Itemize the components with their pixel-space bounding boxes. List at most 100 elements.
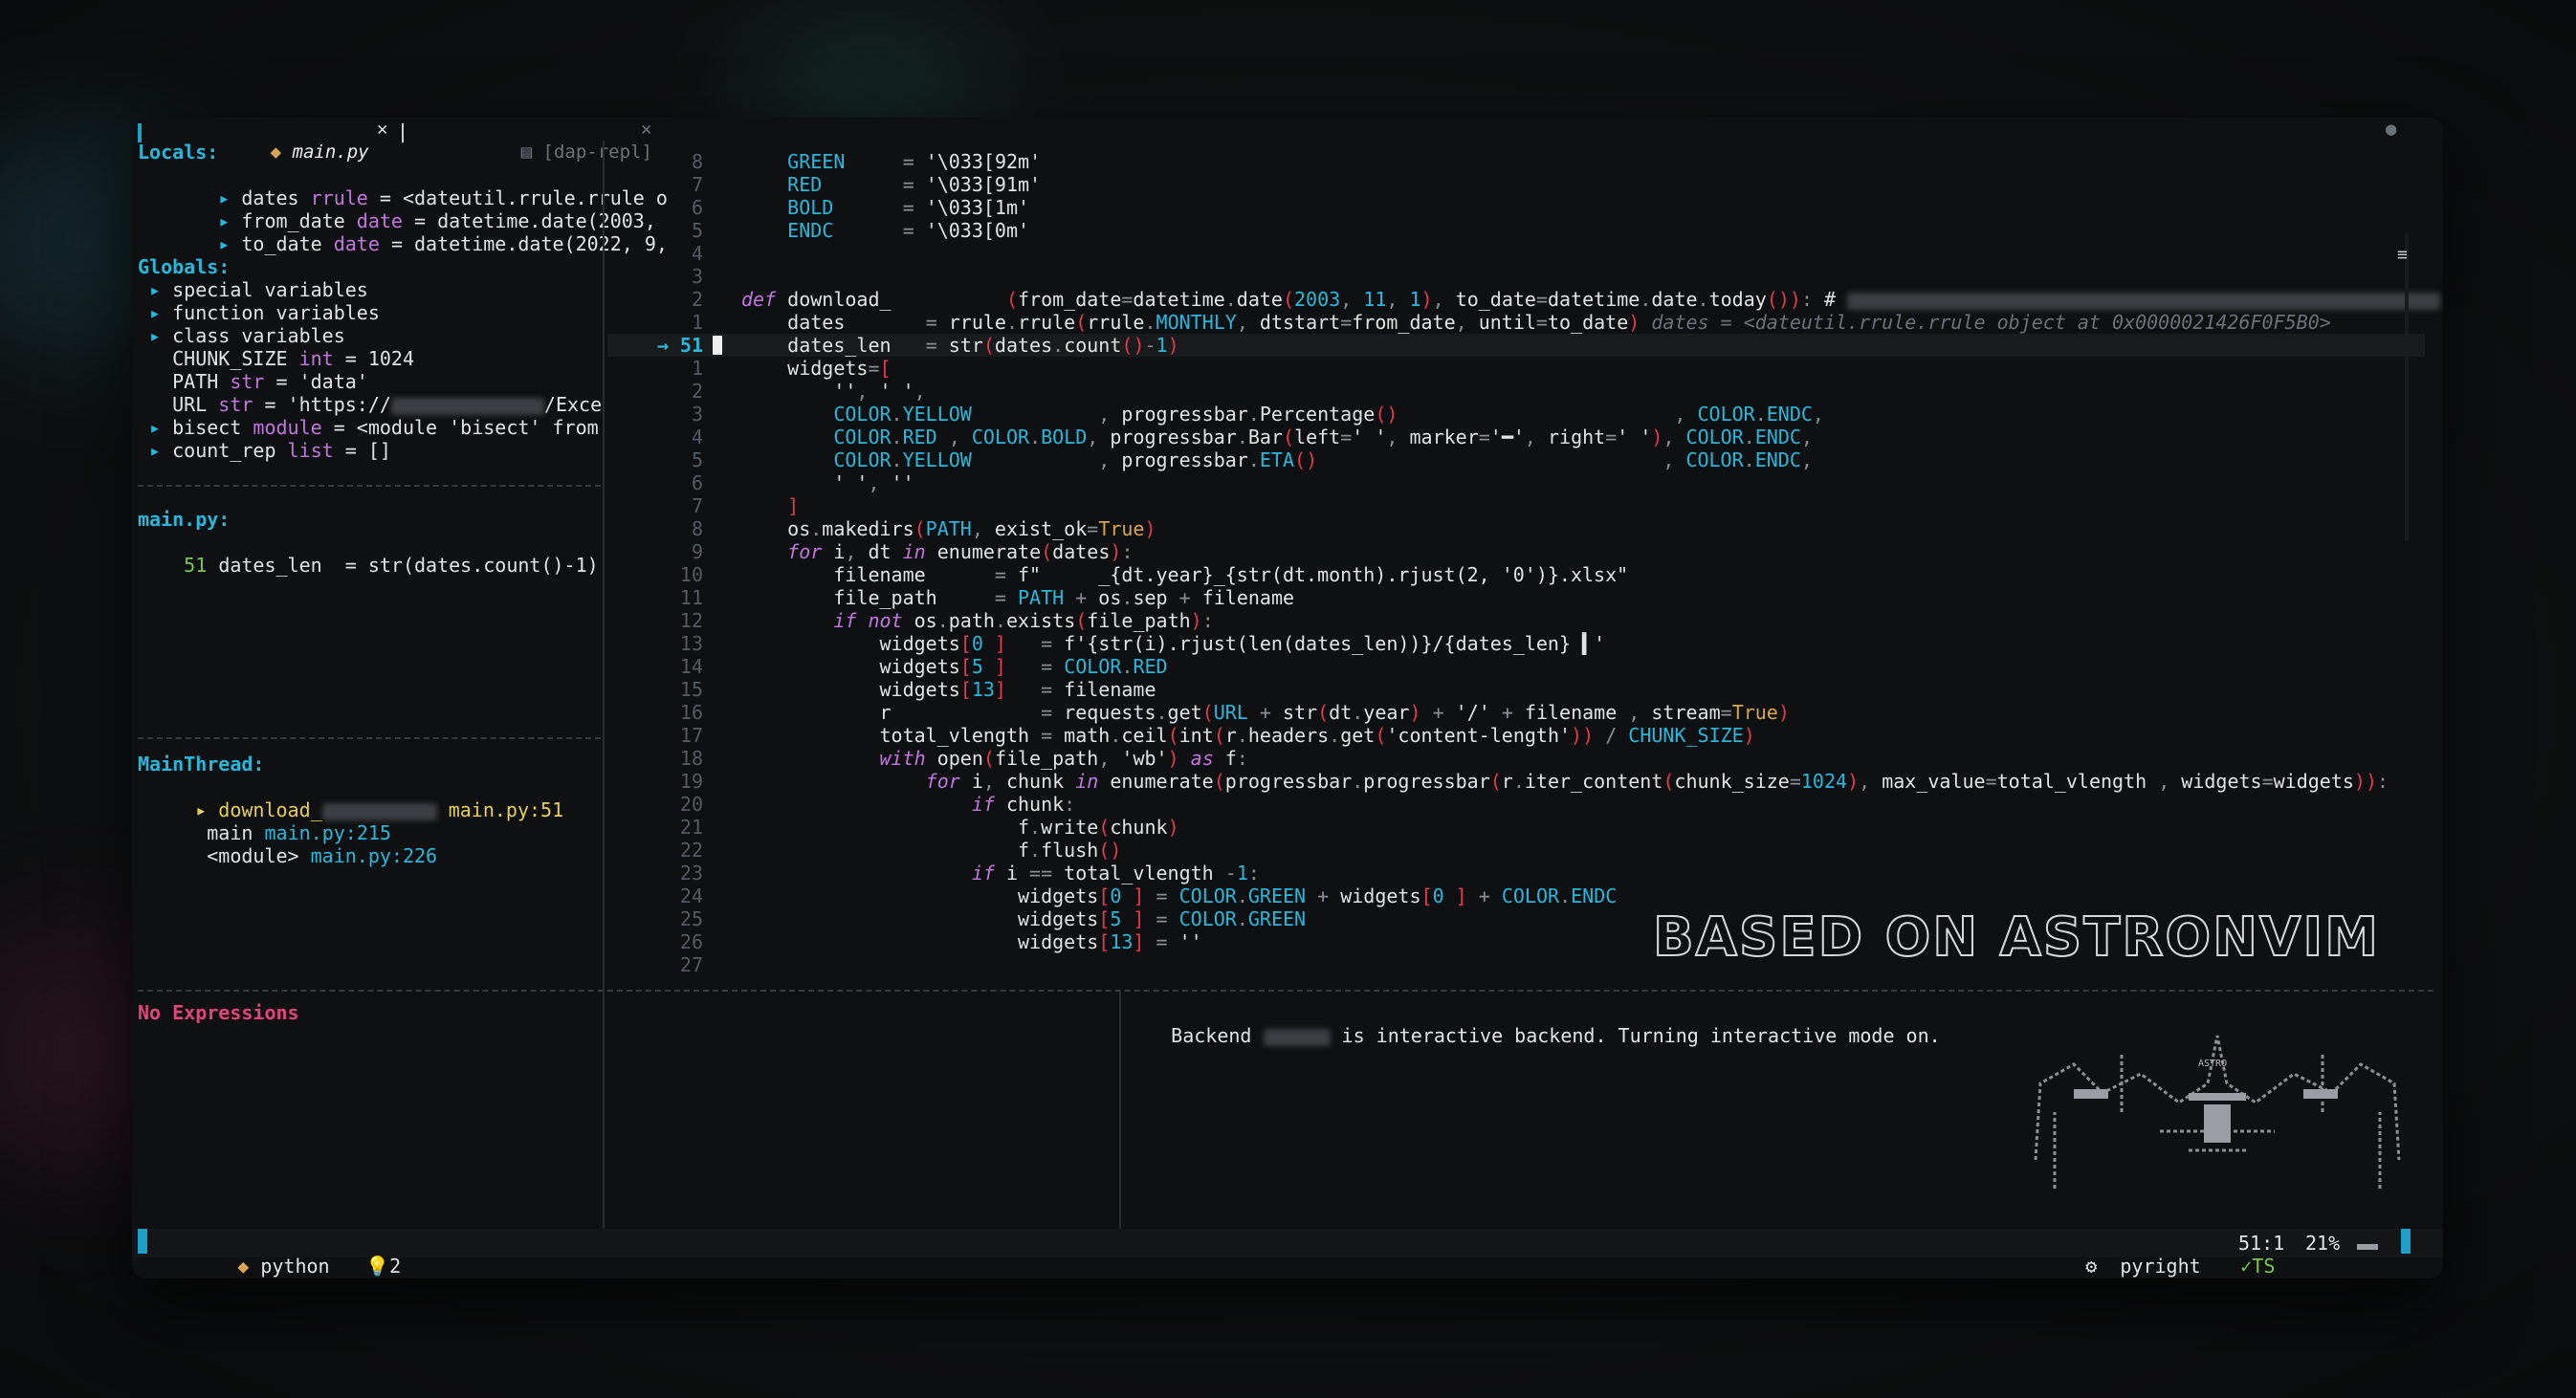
code-line[interactable]: 8 os.makedirs(PATH, exist_ok=True): [607, 517, 2425, 540]
code-line[interactable]: 10 filename = f" _{dt.year}_{str(dt.mont…: [607, 563, 2425, 586]
line-number: 16: [679, 701, 703, 724]
code-line[interactable]: 1 widgets=[: [607, 357, 2425, 380]
globals-group-special[interactable]: ▸ special variables: [138, 278, 368, 301]
tab-main-py[interactable]: ◆ main.py: [205, 118, 369, 163]
code-line[interactable]: 4 COLOR.RED , COLOR.BOLD, progressbar.Ba…: [607, 426, 2425, 448]
status-accent-left: [138, 1229, 147, 1254]
line-number: 13: [679, 632, 703, 655]
global-var-path[interactable]: PATH str = 'data': [138, 370, 368, 393]
global-var-url[interactable]: URL str = 'https:///Exce: [138, 393, 602, 416]
code-text: f.flush(): [741, 839, 1122, 862]
stack-frame-module[interactable]: <module> main.py:226: [138, 821, 437, 867]
code-line[interactable]: 17 total_vlength = math.ceil(int(r.heade…: [607, 724, 2425, 747]
code-text: BOLD = '\033[1m': [787, 196, 1030, 219]
redacted-text: [1847, 292, 2441, 310]
window-dot-icon[interactable]: ●: [2386, 118, 2396, 141]
tab-dap-repl-close[interactable]: ✕: [641, 118, 651, 141]
line-number: 27: [679, 953, 703, 976]
code-line[interactable]: 22 f.flush(): [607, 839, 2425, 862]
code-line[interactable]: 19 for i, chunk in enumerate(progressbar…: [607, 770, 2425, 793]
global-var-chunk-size[interactable]: CHUNK_SIZE int = 1024: [138, 347, 414, 370]
code-text: if i == total_vlength -1:: [971, 862, 1260, 885]
globals-group-class[interactable]: ▸ class variables: [138, 324, 345, 347]
code-line[interactable]: 2 '', ' ',: [607, 380, 2425, 403]
code-line[interactable]: 13 widgets[0 ] = f'{str(i).rjust(len(dat…: [607, 632, 2425, 655]
line-number: 12: [679, 609, 703, 632]
code-text: widgets[0 ] = f'{str(i).rjust(len(dates_…: [741, 632, 1606, 655]
locals-header: Locals:: [138, 141, 219, 164]
redacted-text: [390, 397, 544, 415]
code-text: for i, chunk in enumerate(progressbar.pr…: [925, 770, 2389, 793]
code-line[interactable]: 24 widgets[0 ] = COLOR.GREEN + widgets[0…: [607, 885, 2425, 907]
code-editor[interactable]: 8 GREEN = '\033[92m' 7 RED = '\033[91m' 6 …: [607, 150, 2441, 992]
code-line[interactable]: 7 RED = '\033[91m': [607, 173, 2425, 196]
code-text: os.makedirs(PATH, exist_ok=True): [741, 517, 1156, 540]
line-number: 6: [691, 471, 703, 494]
code-text: widgets[13] = '': [741, 930, 1202, 953]
code-line[interactable]: 5 ENDC = '\033[0m': [607, 219, 2425, 242]
expand-icon: ▸: [138, 301, 173, 324]
diagnostics-indicator[interactable]: 💡2: [297, 1232, 401, 1278]
code-line[interactable]: 20 if chunk:: [607, 793, 2425, 816]
code-line[interactable]: 6 ' ', '': [607, 471, 2425, 494]
code-text: ]: [787, 494, 800, 517]
stack-frame-download[interactable]: ▸ download_ main.py:51: [138, 775, 563, 821]
code-line[interactable]: 7 ]: [607, 494, 2425, 517]
code-line[interactable]: 15 widgets[13] = filename: [607, 678, 2425, 701]
stack-frame-main[interactable]: main main.py:215: [138, 798, 391, 844]
breakpoint-entry[interactable]: 51 dates_len = str(dates.count()-1): [138, 531, 599, 577]
thread-header: MainThread:: [138, 753, 265, 775]
code-line[interactable]: 2 def download_ (from_date=datetime.date(…: [607, 288, 2441, 311]
global-var-bisect[interactable]: ▸ bisect module = <module 'bisect' from: [138, 416, 599, 439]
code-line[interactable]: 9 for i, dt in enumerate(dates):: [607, 540, 2425, 563]
astronvim-ascii-logo: ASTRO: [2034, 1035, 2401, 1189]
code-text: widgets[0 ] = COLOR.GREEN + widgets[0 ] …: [741, 885, 1618, 907]
code-line[interactable]: 11 file_path = PATH + os.sep + filename: [607, 586, 2425, 609]
code-line[interactable]: 6 BOLD = '\033[1m': [607, 196, 2425, 219]
watch-divider: [603, 992, 605, 1231]
line-number: 8: [691, 517, 703, 540]
scroll-progress-bar: [2357, 1244, 2378, 1250]
tab-dap-repl[interactable]: ▤ [dap-repl]: [455, 118, 652, 163]
code-line[interactable]: 3: [607, 265, 2425, 288]
global-var-count-rep[interactable]: ▸ count_rep list = []: [138, 439, 391, 462]
code-line[interactable]: 3 COLOR.YELLOW , progressbar.Percentage(…: [607, 403, 2425, 426]
line-number: 15: [679, 678, 703, 701]
code-line[interactable]: 14 widgets[5 ] = COLOR.RED: [607, 655, 2425, 678]
code-line[interactable]: 18 with open(file_path, 'wb') as f:: [607, 747, 2425, 770]
code-line[interactable]: 23 if i == total_vlength -1:: [607, 862, 2425, 885]
scopes-divider: [138, 485, 601, 487]
code-line[interactable]: 4: [607, 242, 2425, 265]
local-var-dates[interactable]: ▸ dates rrule = <dateutil.rrule.rrule o: [138, 164, 668, 209]
code-line[interactable]: → 51 dates_len = str(dates.count()-1): [607, 334, 2425, 357]
line-number: 5: [691, 219, 703, 242]
code-line[interactable]: 12 if not os.path.exists(file_path):: [607, 609, 2425, 632]
line-number: 10: [679, 563, 703, 586]
scrollbar[interactable]: [2405, 234, 2409, 540]
breakpoints-file: main.py:: [138, 508, 231, 531]
local-var-from-date[interactable]: ▸ from_date date = datetime.date(2003,: [138, 186, 656, 232]
code-text: if not os.path.exists(file_path):: [833, 609, 1214, 632]
expand-icon: ▸: [138, 439, 173, 462]
globals-group-function[interactable]: ▸ function variables: [138, 301, 380, 324]
lightbulb-icon: 💡: [365, 1255, 390, 1278]
line-number: 11: [679, 586, 703, 609]
line-number: 24: [679, 885, 703, 907]
code-line[interactable]: 1 dates = rrule.rrule(rrule.MONTHLY, dts…: [607, 311, 2425, 334]
line-number: 25: [679, 907, 703, 930]
code-text: def download_ (from_date=datetime.date(2…: [741, 288, 2443, 311]
expressions-empty: No Expressions: [138, 1001, 299, 1024]
code-line[interactable]: 16 r = requests.get(URL + str(dt.year) +…: [607, 701, 2425, 724]
local-var-to-date[interactable]: ▸ to_date date = datetime.date(2022, 9,: [138, 209, 668, 255]
code-line[interactable]: 21 f.write(chunk): [607, 816, 2425, 839]
status-accent-right: [2401, 1229, 2411, 1254]
code-text: ' ', '': [833, 471, 914, 494]
astronvim-banner: BASED ON ASTRONVIM: [1652, 907, 2380, 969]
code-line[interactable]: 8 GREEN = '\033[92m': [607, 150, 2425, 173]
code-line[interactable]: 5 COLOR.YELLOW , progressbar.ETA() , COL…: [607, 448, 2425, 471]
python-icon: ◆: [237, 1255, 250, 1278]
cursor: [713, 336, 722, 355]
cursor-position: 51:1: [2238, 1232, 2285, 1255]
tab-main-py-close[interactable]: ✕: [377, 118, 387, 141]
code-text: with open(file_path, 'wb') as f:: [879, 747, 1248, 770]
